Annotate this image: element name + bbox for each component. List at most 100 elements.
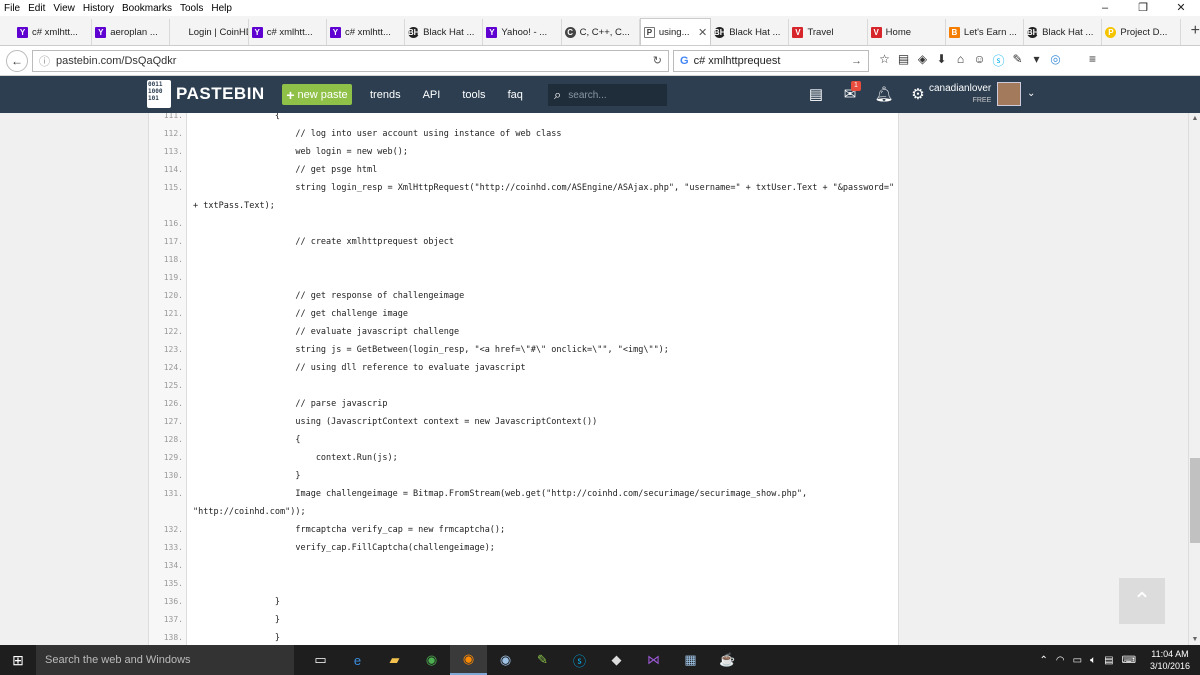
volume-icon[interactable]: 🔈︎	[1090, 655, 1096, 666]
chevron-up-icon: ⌃	[1132, 588, 1152, 613]
pastebin-brand: PASTEBIN	[176, 84, 265, 103]
java-icon[interactable]: ☕	[709, 645, 746, 675]
nav-link-tools[interactable]: tools	[462, 89, 485, 101]
search-bar[interactable]: G c# xmlhttprequest →	[673, 49, 869, 72]
browser-tab[interactable]: V Travel	[789, 19, 868, 45]
menu-item-tools[interactable]: Tools	[180, 3, 203, 14]
code-text: // get response of challengeimage	[193, 291, 465, 301]
chrome-icon[interactable]: ◉	[413, 645, 450, 675]
skype-taskbar-icon[interactable]: ⓢ	[561, 645, 598, 675]
taskbar-search-placeholder: Search the web and Windows	[45, 654, 191, 666]
home-icon[interactable]: ⌂	[951, 52, 970, 69]
scroll-up-icon[interactable]: ▲	[1189, 115, 1200, 122]
taskbar-clock[interactable]: 11:04 AM 3/10/2016	[1150, 648, 1190, 672]
skype-icon[interactable]: ⓢ	[989, 52, 1008, 69]
firefox-icon[interactable]: ◉	[450, 645, 487, 675]
code-text: "http://coinhd.com"));	[193, 507, 306, 517]
line-number: 113.	[163, 147, 183, 156]
line-number: 112.	[163, 129, 183, 138]
avatar[interactable]	[997, 82, 1021, 106]
browser-tab[interactable]: Yc# xmlhtt...	[14, 19, 93, 45]
scroll-down-icon[interactable]: ▼	[1189, 636, 1200, 643]
pocket-icon[interactable]: ◈	[913, 52, 932, 69]
pastebin-logo[interactable]: 0011 1000 101 PASTEBIN	[147, 80, 265, 108]
reload-icon[interactable]: ↻	[653, 54, 662, 67]
browser-tab[interactable]: P Project D...	[1102, 19, 1181, 45]
reading-list-icon[interactable]: ▤	[894, 52, 913, 69]
browser-tab[interactable]: Yaeroplan ...	[92, 19, 171, 45]
extension-icon[interactable]: ✎	[1008, 52, 1027, 69]
file-explorer-icon[interactable]: ▰	[376, 645, 413, 675]
bookmark-star-icon[interactable]: ☆	[875, 52, 894, 69]
back-arrow-icon: ←	[11, 53, 23, 68]
windows-start-icon[interactable]: ⊞	[0, 645, 36, 675]
visual-studio-icon[interactable]: ⋈	[635, 645, 672, 675]
back-button[interactable]: ←	[6, 49, 28, 72]
search-icon: ⌕	[554, 87, 562, 102]
menu-item-history[interactable]: History	[83, 3, 114, 14]
browser-tab[interactable]: BH Black Hat ...	[711, 19, 790, 45]
line-number: 127.	[163, 417, 183, 426]
close-window-button[interactable]: ✕	[1162, 0, 1200, 16]
user-menu[interactable]: canadianlover FREE	[929, 83, 991, 107]
restore-button[interactable]: ❐	[1124, 0, 1162, 16]
menu-item-help[interactable]: Help	[211, 3, 232, 14]
sync-icon[interactable]: ◎	[1046, 52, 1065, 69]
nav-link-api[interactable]: API	[423, 89, 441, 101]
network-app-icon[interactable]: ▦	[672, 645, 709, 675]
nav-link-faq[interactable]: faq	[508, 89, 523, 101]
keyboard-icon[interactable]: ⌨	[1122, 655, 1136, 666]
page-scrollbar[interactable]: ▲ ▼	[1188, 113, 1200, 645]
tray-chevron-up-icon[interactable]: ⌃	[1040, 655, 1048, 666]
close-tab-icon[interactable]: ✕	[698, 26, 707, 39]
tab-label: Black Hat ...	[1042, 26, 1094, 38]
url-bar[interactable]: ⓘ pastebin.com/DsQaQdkr ↻	[32, 49, 669, 72]
browser-tab[interactable]: C C, C++, C...	[562, 19, 640, 45]
action-center-icon[interactable]: ▤	[1104, 655, 1113, 666]
chevron-down-icon[interactable]: ⌄	[1027, 88, 1035, 99]
menu-item-bookmarks[interactable]: Bookmarks	[122, 3, 172, 14]
hamburger-menu-icon[interactable]: ≡	[1083, 52, 1102, 69]
browser-tab[interactable]: BH Black Hat ...	[1024, 19, 1103, 45]
menu-dropdown-icon[interactable]: ▾	[1027, 52, 1046, 69]
browser-tab[interactable]: B Let's Earn ...	[946, 19, 1025, 45]
menu-item-view[interactable]: View	[53, 3, 75, 14]
task-view-icon[interactable]: ▭	[302, 645, 339, 675]
browser-globe-icon[interactable]: ◉	[487, 645, 524, 675]
browser-tab[interactable]: Y Yahoo! - ...	[483, 19, 562, 45]
menu-item-file[interactable]: File	[4, 3, 20, 14]
edge-icon[interactable]: e	[339, 645, 376, 675]
browser-tab[interactable]: V Home	[868, 19, 946, 45]
code-text: // using dll reference to evaluate javas…	[193, 363, 526, 373]
site-info-icon[interactable]: ⓘ	[39, 53, 50, 69]
browser-tab[interactable]: Pusing... ✕	[639, 18, 712, 45]
pastebin-icons: ▤ ✉ 1 🔔︎ ⚙	[799, 81, 935, 103]
browser-tab[interactable]: Login | CoinHD	[170, 19, 249, 45]
code-text: string login_resp = XmlHttpRequest("http…	[193, 183, 895, 193]
pastes-list-icon[interactable]: ▤	[799, 85, 833, 103]
notifications-bell-icon[interactable]: 🔔︎	[867, 85, 901, 103]
download-icon[interactable]: ⬇	[932, 52, 951, 69]
yahoo-icon: Y	[251, 26, 263, 38]
notepad-icon[interactable]: ✎	[524, 645, 561, 675]
go-arrow-icon[interactable]: →	[851, 55, 862, 67]
new-tab-button[interactable]: +	[1191, 22, 1200, 40]
chat-icon[interactable]: ☺	[970, 52, 989, 69]
menu-item-edit[interactable]: Edit	[28, 3, 45, 14]
wifi-icon[interactable]: ◠	[1056, 655, 1065, 666]
pastebin-search-input[interactable]: ⌕ search...	[548, 84, 667, 106]
scrollbar-thumb[interactable]	[1190, 458, 1200, 543]
nav-link-trends[interactable]: trends	[370, 89, 401, 101]
taskbar-search-input[interactable]: Search the web and Windows	[36, 645, 294, 675]
browser-tab[interactable]: Yc# xmlhtt...	[327, 19, 406, 45]
browser-tab[interactable]: BH Black Hat ...	[405, 19, 484, 45]
battery-icon[interactable]: ▭	[1073, 655, 1082, 666]
messages-icon[interactable]: ✉ 1	[833, 81, 867, 103]
minimize-button[interactable]: –	[1086, 0, 1124, 16]
cube-icon[interactable]: ◆	[598, 645, 635, 675]
line-number: 116.	[163, 219, 183, 228]
scroll-to-top-button[interactable]: ⌃	[1119, 578, 1165, 624]
new-paste-button[interactable]: + new paste	[282, 84, 352, 105]
line-number: 117.	[163, 237, 183, 246]
browser-tab[interactable]: Yc# xmlhtt...	[249, 19, 327, 45]
